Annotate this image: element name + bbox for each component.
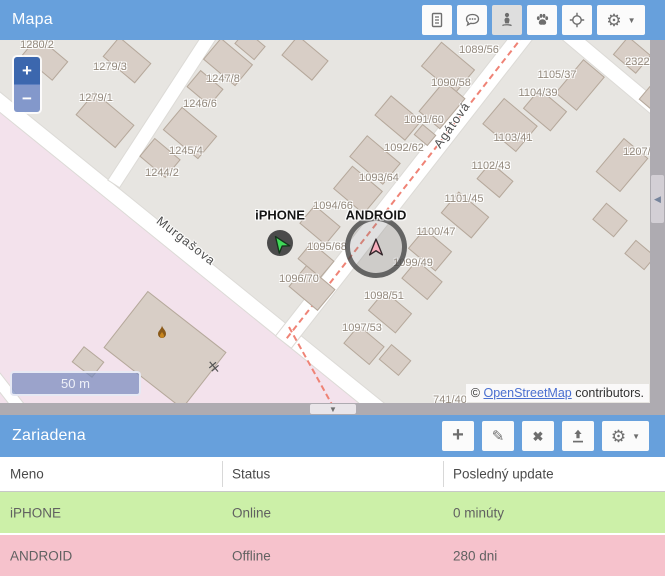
locate-button[interactable] xyxy=(562,5,592,35)
upload-button[interactable] xyxy=(562,421,594,451)
house-number-label: 1245/4 xyxy=(169,145,203,157)
house-number-label: 1101/45 xyxy=(445,193,484,205)
house-number-label: 1089/56 xyxy=(459,44,499,56)
device-heading-arrow-icon xyxy=(267,230,292,255)
column-separator xyxy=(443,461,444,487)
device-marker-label: iPHONE xyxy=(255,208,305,223)
column-header-status[interactable]: Status xyxy=(232,467,270,482)
device-heading-arrow-icon xyxy=(367,238,385,256)
collapse-down-icon: ▼ xyxy=(329,405,337,414)
house-number-label: 1103/41 xyxy=(494,132,533,144)
right-splitter-collapse-handle[interactable]: ◀ xyxy=(651,175,664,223)
devices-table-header: Meno Status Posledný update xyxy=(0,457,665,492)
plus-icon: + xyxy=(452,425,464,445)
house-number-label: 741/40 xyxy=(433,394,467,403)
house-number-label: 1102/43 xyxy=(472,160,511,172)
table-row-android[interactable]: ANDROID Offline 280 dni xyxy=(0,535,665,576)
settings-button[interactable]: ⚙▼ xyxy=(602,421,649,451)
house-number-label: 1097/53 xyxy=(342,322,382,334)
map-building xyxy=(592,203,628,238)
fire-station-icon xyxy=(156,326,169,347)
house-number-label: 1207/3 xyxy=(623,146,650,158)
street-view-button[interactable] xyxy=(492,5,522,35)
device-accuracy-circle xyxy=(345,216,407,278)
column-separator xyxy=(222,461,223,487)
map-canvas[interactable]: 1280/2 1279/3 1247/8 1279/1 1246/6 1245/4 1244… xyxy=(0,40,650,403)
house-number-label: 1247/8 xyxy=(206,73,240,85)
column-header-posledny-update[interactable]: Posledný update xyxy=(453,467,554,482)
add-button[interactable]: + xyxy=(442,421,474,451)
edit-button[interactable]: ✎ xyxy=(482,421,514,451)
status-cell: Offline xyxy=(232,548,271,563)
house-number-label: 1091/60 xyxy=(404,114,444,126)
house-number-label: 1279/3 xyxy=(93,61,127,73)
street-view-icon xyxy=(499,12,515,28)
delete-button[interactable]: ✖ xyxy=(522,421,554,451)
house-number-label: 1105/37 xyxy=(538,69,577,81)
map-attribution: © OpenStreetMap contributors. xyxy=(466,384,649,402)
house-number-label: 1280/2 xyxy=(20,40,54,51)
house-number-label: 1096/70 xyxy=(279,273,319,285)
upload-icon xyxy=(570,428,586,444)
map-scale-bar: 50 m xyxy=(10,371,141,396)
collapse-left-icon: ◀ xyxy=(654,194,661,205)
chat-icon xyxy=(464,12,481,28)
devices-toolbar: +✎✖⚙▼ xyxy=(442,421,649,451)
gear-icon: ⚙ xyxy=(606,12,621,29)
map-toolbar: ⚙▼ xyxy=(422,5,645,35)
device-marker-android[interactable] xyxy=(345,216,407,278)
target-icon xyxy=(569,12,585,28)
house-number-label: 1092/62 xyxy=(384,142,424,154)
devices-panel-title: Zariadena xyxy=(12,427,86,445)
settings-button[interactable]: ⚙▼ xyxy=(597,5,645,35)
house-number-label: 1104/39 xyxy=(519,87,558,99)
house-number-label: 1093/64 xyxy=(359,172,399,184)
device-marker-label: ANDROID xyxy=(346,208,407,223)
bottom-splitter-collapse-handle[interactable]: ▼ xyxy=(310,404,356,414)
zoom-out-button[interactable]: − xyxy=(14,85,40,112)
pencil-icon: ✎ xyxy=(492,429,505,444)
device-name-cell: ANDROID xyxy=(10,548,72,563)
right-splitter[interactable]: ◀ xyxy=(650,40,665,403)
attribution-copyright: © xyxy=(471,386,484,400)
device-name-cell: iPHONE xyxy=(10,505,61,520)
status-cell: Online xyxy=(232,505,271,520)
report-button[interactable] xyxy=(422,5,452,35)
house-number-label: 1246/6 xyxy=(183,98,217,110)
zoom-in-button[interactable]: + xyxy=(14,57,40,85)
scale-label: 50 m xyxy=(61,376,90,391)
last-update-cell: 0 minúty xyxy=(453,505,504,520)
house-number-label: 1090/58 xyxy=(431,77,471,89)
map-building xyxy=(379,344,412,376)
house-number-label: 1279/1 xyxy=(79,92,113,104)
openstreetmap-link[interactable]: OpenStreetMap xyxy=(483,386,571,400)
house-number-label: 1095/68 xyxy=(307,241,347,253)
last-update-cell: 280 dni xyxy=(453,548,497,563)
house-number-label: 1244/2 xyxy=(145,167,179,179)
map-zoom-control: + − xyxy=(12,55,42,114)
map-building xyxy=(624,240,650,271)
x-icon: ✖ xyxy=(533,430,544,443)
house-number-label: 1100/47 xyxy=(417,226,456,238)
house-number-label: 1098/51 xyxy=(364,290,404,302)
devices-panel-header: Zariadena +✎✖⚙▼ xyxy=(0,415,665,457)
file-icon xyxy=(429,12,445,28)
map-panel-title: Mapa xyxy=(12,11,53,29)
table-row-iphone[interactable]: iPHONE Online 0 minúty xyxy=(0,492,665,533)
attribution-suffix: contributors. xyxy=(572,386,644,400)
map-building xyxy=(281,40,328,81)
paw-icon xyxy=(534,12,551,28)
chevron-down-icon: ▼ xyxy=(628,16,636,25)
house-number-label: 2322/4 xyxy=(625,56,650,68)
bottom-splitter[interactable]: ▼ xyxy=(0,403,665,415)
gear-icon: ⚙ xyxy=(611,428,626,445)
chevron-down-icon: ▼ xyxy=(632,432,640,441)
map-panel-header: Mapa ⚙▼ xyxy=(0,0,665,40)
pets-button[interactable] xyxy=(527,5,557,35)
device-position-circle xyxy=(267,230,293,256)
device-marker-iphone[interactable] xyxy=(267,230,293,256)
messages-button[interactable] xyxy=(457,5,487,35)
column-header-meno[interactable]: Meno xyxy=(10,467,44,482)
